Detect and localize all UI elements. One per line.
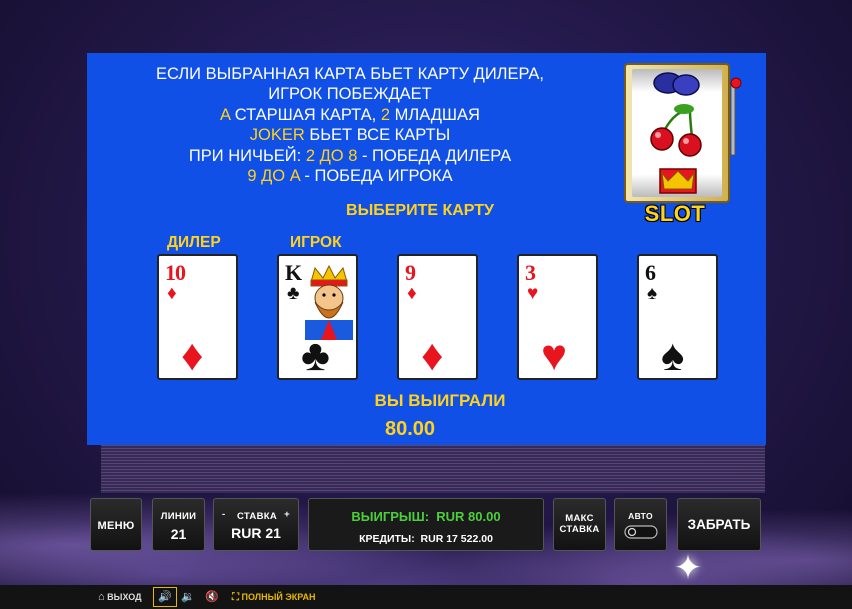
card-rank: 6 (645, 260, 656, 285)
sparkle-icon: ✦ (673, 549, 703, 587)
fullscreen-link[interactable]: ⛶ ПОЛНЫЙ ЭКРАН (232, 585, 315, 609)
max-bet-label: МАКС (565, 513, 594, 524)
rules-line: - ПОБЕДА ДИЛЕРА (357, 146, 512, 165)
card-rank: 3 (525, 260, 536, 285)
cherry-icon (650, 104, 702, 157)
menu-label: МЕНЮ (97, 520, 135, 532)
lines-value: 21 (170, 526, 187, 542)
spade-icon: ♠ (661, 331, 685, 380)
slot-symbols (650, 72, 702, 194)
club-icon: ♣ (301, 331, 330, 380)
crown-icon (659, 168, 697, 194)
max-bet-label: СТАВКА (559, 524, 600, 535)
spade-icon: ♠ (647, 283, 658, 304)
dealer-card: 10 ♦ ♦ (157, 254, 238, 380)
toggle-icon (623, 525, 658, 539)
king-portrait-icon (305, 264, 353, 340)
diamond-icon: ♦ (181, 331, 204, 380)
club-icon: ♣ (287, 283, 300, 304)
win-amount: 80.00 (384, 418, 436, 440)
credits-value: RUR 17 522.00 (420, 533, 493, 545)
card-rank: 10 (165, 260, 186, 285)
rules-highlight: A (220, 105, 231, 124)
panel-stripes (101, 445, 765, 493)
speaker-auto-icon: 🔊 (158, 591, 172, 603)
player-card-3[interactable]: 3 ♥ ♥ (517, 254, 598, 380)
menu-button[interactable]: МЕНЮ (90, 498, 142, 551)
rules-line: - ПОБЕДА ИГРОКА (299, 167, 453, 186)
player-card-4[interactable]: 6 ♠ ♠ (637, 254, 718, 380)
rules-line: ЕСЛИ ВЫБРАННАЯ КАРТА БЬЕТ КАРТУ ДИЛЕРА, (155, 65, 545, 83)
credits-label: КРЕДИТЫ: (359, 533, 415, 545)
rules-highlight: 9 ДО A (247, 167, 300, 186)
home-icon: ⌂ (98, 591, 105, 603)
rules-line: МЛАДШАЯ (390, 105, 480, 124)
slot-title: SLOT (644, 201, 706, 226)
diamond-icon: ♦ (407, 283, 417, 304)
card-rank: 9 (405, 260, 416, 285)
dealer-label: ДИЛЕР (167, 234, 221, 251)
rules-highlight: JOKER (249, 126, 305, 145)
choose-card-prompt: ВЫБЕРИТЕ КАРТУ (346, 202, 494, 219)
lines-label: ЛИНИИ (160, 511, 197, 522)
fullscreen-icon: ⛶ (232, 592, 239, 603)
bet-box: - СТАВКА + RUR 21 (213, 498, 299, 551)
rules-highlight: 2 (380, 105, 391, 124)
rules-text: ЕСЛИ ВЫБРАННАЯ КАРТА БЬЕТ КАРТУ ДИЛЕРА, … (100, 64, 600, 186)
bet-value: RUR 21 (231, 525, 281, 541)
bet-plus-button[interactable]: + (284, 509, 290, 520)
rules-line: ПРИ НИЧЬЕЙ: (188, 146, 306, 165)
bottom-bar: ⌂ ВЫХОД 🔊 🔉 🔇 ⛶ ПОЛНЫЙ ЭКРАН (0, 585, 852, 609)
credits-readout: КРЕДИТЫ: RUR 17 522.00 (309, 533, 543, 545)
auto-button[interactable]: АВТО (614, 498, 667, 551)
player-label: ИГРОК (290, 234, 342, 251)
win-readout: ВЫИГРЫШ: RUR 80.00 (309, 509, 543, 524)
auto-label: АВТО (628, 511, 653, 521)
collect-label: ЗАБРАТЬ (687, 517, 751, 532)
win-title: ВЫ ВЫИГРАЛИ (374, 391, 506, 410)
diamond-icon: ♦ (421, 331, 444, 380)
speaker-icon: 🔉 (181, 591, 195, 603)
exit-label: ВЫХОД (107, 592, 142, 602)
heart-icon: ♥ (541, 331, 568, 380)
collect-button[interactable]: ЗАБРАТЬ (677, 498, 761, 551)
sound-auto-button[interactable]: 🔊 (153, 587, 177, 607)
mute-button[interactable]: 🔇 (205, 585, 219, 609)
rules-line: СТАРШАЯ КАРТА, (230, 105, 381, 124)
sound-on-button[interactable]: 🔉 (181, 585, 195, 609)
fullscreen-label: ПОЛНЫЙ ЭКРАН (241, 592, 316, 602)
slot-logo (624, 63, 742, 203)
card-rank: K (285, 260, 302, 285)
player-card-2[interactable]: 9 ♦ ♦ (397, 254, 478, 380)
win-label: ВЫИГРЫШ: (351, 509, 430, 524)
exit-link[interactable]: ⌂ ВЫХОД (98, 585, 142, 609)
win-credits-display: ВЫИГРЫШ: RUR 80.00 КРЕДИТЫ: RUR 17 522.0… (308, 498, 544, 551)
heart-icon: ♥ (527, 283, 539, 304)
plum-icon (653, 72, 700, 96)
slot-lever-icon (730, 77, 742, 156)
lines-box: ЛИНИИ 21 (152, 498, 205, 551)
mute-icon: 🔇 (205, 591, 219, 603)
diamond-icon: ♦ (167, 283, 177, 304)
max-bet-button[interactable]: МАКС СТАВКА (553, 498, 606, 551)
slot-reel (632, 69, 722, 197)
player-card-1[interactable]: K ♣ ♣ (277, 254, 358, 380)
rules-line: БЬЕТ ВСЕ КАРТЫ (304, 126, 451, 145)
win-value: RUR 80.00 (436, 509, 501, 524)
rules-line: ИГРОК ПОБЕЖДАЕТ (268, 85, 432, 104)
rules-highlight: 2 ДО 8 (305, 146, 358, 165)
